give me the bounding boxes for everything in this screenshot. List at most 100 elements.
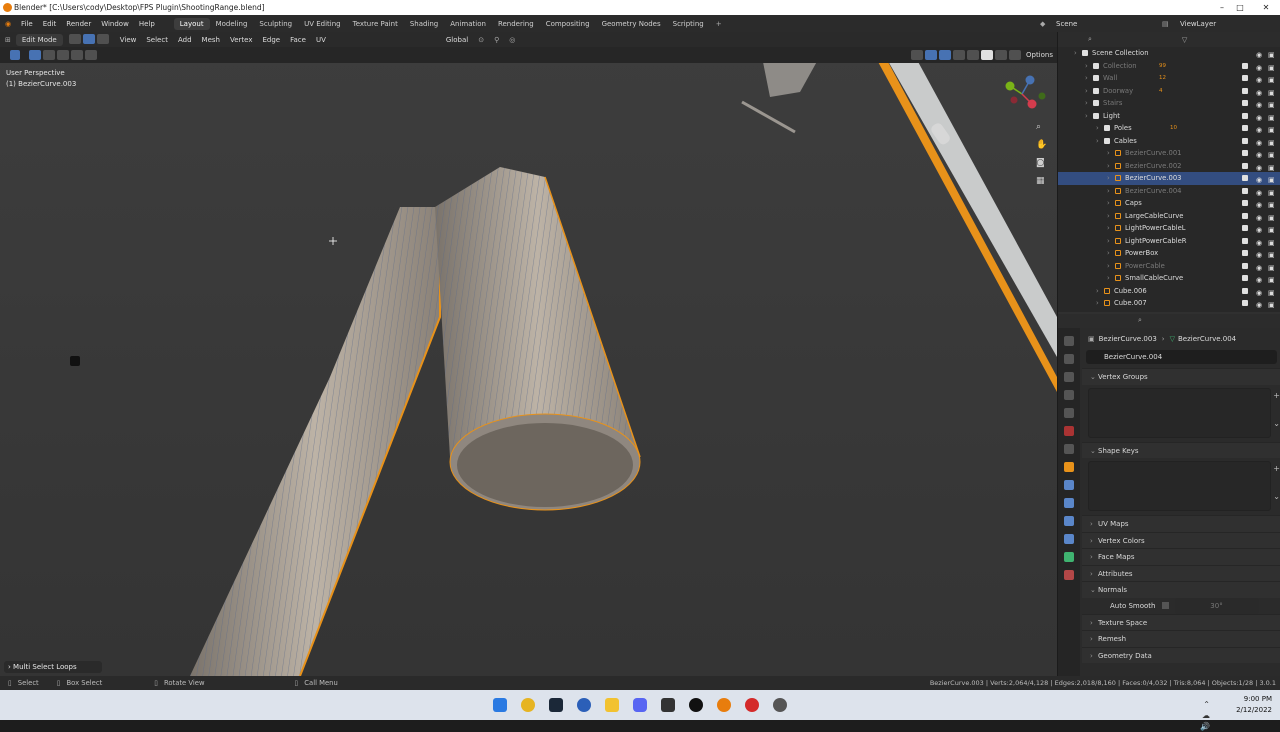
camera-view-icon[interactable]: ◙: [1036, 158, 1047, 168]
expand-chevron-icon[interactable]: ›: [1096, 135, 1099, 148]
menu-edit[interactable]: Edit: [38, 20, 62, 28]
outliner-row[interactable]: › LightPowerCableL ◉ ▣: [1058, 222, 1280, 235]
expand-chevron-icon[interactable]: ›: [1107, 185, 1110, 198]
constraints-tab-icon[interactable]: [1064, 534, 1074, 544]
include-checkbox[interactable]: [1242, 137, 1248, 144]
auto-smooth-angle-field[interactable]: 30°: [1174, 597, 1259, 614]
recorder-icon[interactable]: [745, 698, 759, 712]
menu-help[interactable]: Help: [134, 20, 160, 28]
workspace-tab-animation[interactable]: Animation: [444, 18, 492, 30]
outliner-row[interactable]: › Poles 10 ◉ ▣: [1058, 122, 1280, 135]
mode-dropdown[interactable]: Edit Mode: [15, 33, 63, 46]
scene-tab-icon[interactable]: [1064, 408, 1074, 418]
orientation-dropdown[interactable]: Global: [441, 36, 473, 44]
3d-viewport[interactable]: Options User Perspective (1) BezierCurve…: [0, 47, 1057, 676]
panel-remesh[interactable]: › Remesh: [1082, 630, 1280, 647]
outliner-row[interactable]: › SmallCableCurve ◉ ▣: [1058, 272, 1280, 285]
viewport-menu-uv[interactable]: UV: [311, 36, 331, 44]
expand-chevron-icon[interactable]: ›: [1074, 47, 1077, 60]
select-mode-buttons[interactable]: [63, 33, 115, 46]
include-checkbox[interactable]: [1242, 300, 1248, 306]
outliner-row[interactable]: › Cables ◉ ▣: [1058, 135, 1280, 148]
viewport-canvas[interactable]: [0, 47, 1057, 676]
panel-vertex-groups[interactable]: ⌄ Vertex Groups: [1082, 368, 1280, 385]
outliner-row[interactable]: › BezierCurve.003 ◉ ▣: [1058, 172, 1280, 185]
viewport-menu-mesh[interactable]: Mesh: [197, 36, 225, 44]
particles-tab-icon[interactable]: [1064, 498, 1074, 508]
solid-shading-icon[interactable]: [980, 50, 993, 60]
menu-window[interactable]: Window: [96, 20, 134, 28]
panel-vertex-colors[interactable]: › Vertex Colors: [1082, 531, 1280, 548]
render-camera-icon[interactable]: ▣: [1268, 299, 1275, 312]
include-checkbox[interactable]: [1242, 87, 1248, 94]
close-button[interactable]: ✕: [1252, 0, 1280, 15]
outliner-row[interactable]: › Stairs ◉ ▣: [1058, 97, 1280, 110]
outliner-row[interactable]: › Caps ◉ ▣: [1058, 197, 1280, 210]
include-checkbox[interactable]: [1242, 250, 1248, 256]
panel-uv-maps[interactable]: › UV Maps: [1082, 515, 1280, 532]
menu-render[interactable]: Render: [61, 20, 96, 28]
include-checkbox[interactable]: [1242, 262, 1248, 269]
clock-date[interactable]: 2/12/2022: [1236, 705, 1272, 716]
include-checkbox[interactable]: [1242, 112, 1248, 119]
include-checkbox[interactable]: [1242, 187, 1248, 194]
viewport-menu-face[interactable]: Face: [285, 36, 311, 44]
browser-icon[interactable]: [577, 698, 591, 712]
material-shading-icon[interactable]: [994, 50, 1007, 60]
outliner-row[interactable]: › PowerCable ◉ ▣: [1058, 260, 1280, 273]
expand-chevron-icon[interactable]: ›: [1107, 222, 1110, 235]
list-menu-icon[interactable]: ⌄: [1273, 419, 1280, 428]
snap-icon[interactable]: ⚲: [489, 36, 504, 44]
unreal-engine-icon[interactable]: [689, 698, 703, 712]
expand-chevron-icon[interactable]: ›: [1096, 122, 1099, 135]
last-operator-panel[interactable]: › Multi Select Loops: [4, 661, 102, 673]
list-box[interactable]: + ⌄: [1088, 461, 1280, 511]
discord-icon[interactable]: [633, 698, 647, 712]
properties-search-icon[interactable]: ⌕: [1138, 316, 1142, 325]
options-dropdown[interactable]: Options: [1022, 51, 1057, 59]
steam-icon[interactable]: [549, 698, 563, 712]
expand-chevron-icon[interactable]: ›: [1096, 297, 1099, 310]
chrome-icon[interactable]: [521, 698, 535, 712]
select-tool-icon[interactable]: [10, 50, 20, 60]
viewport-menu-edge[interactable]: Edge: [257, 36, 285, 44]
workspace-tab-rendering[interactable]: Rendering: [492, 18, 540, 30]
visibility-eye-icon[interactable]: ◉: [1256, 299, 1262, 312]
expand-chevron-icon[interactable]: ›: [1085, 85, 1088, 98]
viewport-menu-view[interactable]: View: [115, 36, 142, 44]
include-checkbox[interactable]: [1242, 237, 1248, 244]
filter-icon[interactable]: ▽: [1182, 36, 1187, 44]
include-checkbox[interactable]: [1242, 150, 1248, 156]
view-layer-tab-icon[interactable]: [1064, 390, 1074, 400]
include-checkbox[interactable]: [1242, 162, 1248, 169]
outliner-row[interactable]: › LightPowerCableR ◉ ▣: [1058, 235, 1280, 248]
outliner-row[interactable]: › Cube.006 ◉ ▣: [1058, 285, 1280, 298]
workspace-tab-compositing[interactable]: Compositing: [540, 18, 596, 30]
panel-shape-keys[interactable]: ⌄ Shape Keys: [1082, 441, 1280, 458]
file-explorer-icon[interactable]: [605, 698, 619, 712]
workspace-tab-texture-paint[interactable]: Texture Paint: [347, 18, 404, 30]
pan-hand-icon[interactable]: ✋: [1036, 140, 1047, 150]
outliner-search-icon[interactable]: ⌕: [1088, 35, 1092, 44]
mesh-data-tab-icon[interactable]: [1064, 552, 1074, 562]
workspace-tab-scripting[interactable]: Scripting: [667, 18, 710, 30]
proportional-edit-icon[interactable]: ◎: [504, 36, 520, 44]
scene-name[interactable]: Scene: [1056, 20, 1077, 28]
expand-chevron-icon[interactable]: ›: [1107, 260, 1110, 273]
world-tab-icon[interactable]: [1064, 426, 1074, 436]
app-icon[interactable]: [661, 698, 675, 712]
workspace-tab-geometry-nodes[interactable]: Geometry Nodes: [596, 18, 667, 30]
expand-chevron-icon[interactable]: ›: [1107, 147, 1110, 160]
wireframe-shading-icon[interactable]: [966, 50, 979, 60]
outliner-row[interactable]: › Light ◉ ▣: [1058, 110, 1280, 123]
outliner-row[interactable]: › BezierCurve.002 ◉ ▣: [1058, 160, 1280, 173]
add-item-icon[interactable]: +: [1273, 391, 1280, 400]
settings-icon[interactable]: [773, 698, 787, 712]
expand-chevron-icon[interactable]: ›: [1107, 272, 1110, 285]
add-item-icon[interactable]: +: [1273, 464, 1280, 473]
pivot-icon[interactable]: ⊙: [473, 36, 489, 44]
auto-smooth-checkbox[interactable]: [1161, 602, 1169, 609]
tray-icons[interactable]: ⌃ ☁ 🔊: [1200, 699, 1210, 732]
blender-taskbar-icon[interactable]: [717, 698, 731, 712]
viewport-menu-vertex[interactable]: Vertex: [225, 36, 258, 44]
